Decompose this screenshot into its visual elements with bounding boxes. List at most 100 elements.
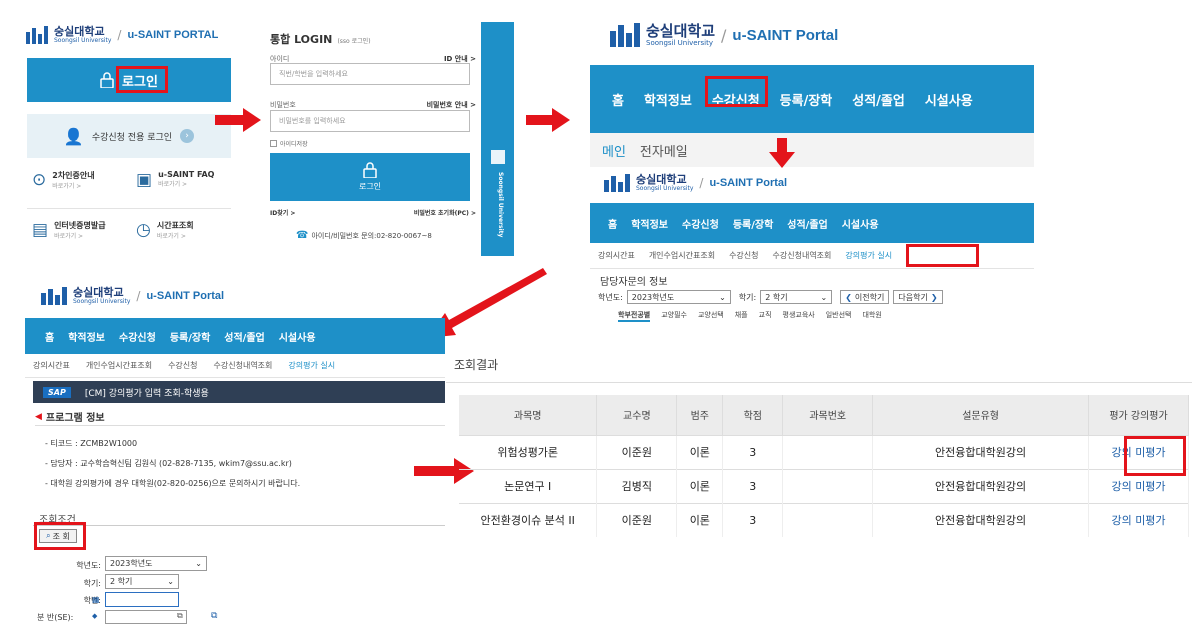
nav-home[interactable]: 홈	[45, 329, 54, 344]
col-survey-type: 설문유형	[872, 395, 1090, 435]
tab-major[interactable]: 학부전공별	[618, 310, 651, 322]
main-nav: 홈 학적정보 수강신청 등록/장학 성적/졸업 시설사용	[25, 318, 445, 354]
term-select[interactable]: 2 학기 ⌄	[760, 290, 833, 304]
nav-grades[interactable]: 성적/졸업	[224, 329, 264, 344]
subnav-registration-history[interactable]: 수강신청내역조회	[214, 360, 273, 371]
subnav-course-eval[interactable]: 강의평가 실시	[288, 360, 335, 371]
student-id-input[interactable]	[105, 592, 179, 607]
nav-home[interactable]: 홈	[608, 216, 617, 231]
remember-label: 아이디저장	[280, 141, 308, 148]
manager-text: - 담당자 : 교수학습혁신팀 김원식 (02-828-7135, wkim7@…	[45, 459, 292, 468]
panel-sap-eval-query: 숭실대학교 Soongsil University / u-SAINT Porta…	[25, 285, 445, 637]
subnav-personal-timetable[interactable]: 개인수업시간표조회	[649, 250, 715, 261]
quick-link-title: 시간표조회	[156, 221, 194, 230]
checkbox[interactable]	[270, 140, 277, 147]
arrow-right-icon	[215, 108, 261, 132]
portal-name: u-SAINT Portal	[732, 26, 839, 44]
year-select[interactable]: 2023학년도 ⌄	[626, 290, 731, 304]
tab-graduate[interactable]: 대학원	[862, 310, 881, 322]
results-title: 조회결과	[454, 358, 499, 372]
divider	[27, 208, 231, 209]
results-table: 과목명 교수명 범주 학점 과목번호 설문유형 평가 강의평가 위험성평가론 이…	[459, 395, 1189, 537]
nav-academic[interactable]: 학적정보	[68, 329, 105, 344]
nav-grades[interactable]: 성적/졸업	[852, 90, 905, 109]
col-eval: 평가 강의평가	[1088, 395, 1189, 435]
subnav-registration-history[interactable]: 수강신청내역조회	[773, 250, 832, 261]
category-tabs: 학부전공별 교양필수 교양선택 채플 교직 평생교육사 일반선택 대학원	[618, 310, 882, 322]
univ-ename: Soongsil University	[646, 38, 713, 47]
copy-icon[interactable]: ⧉	[177, 611, 183, 621]
cell-professor: 김병직	[596, 468, 678, 503]
next-term-label: 다음학기	[898, 292, 928, 302]
nav-home[interactable]: 홈	[612, 90, 624, 109]
nav-academic[interactable]: 학적정보	[631, 216, 668, 231]
banner-logo-icon	[491, 150, 505, 164]
sub-nav: 메인 전자메일	[590, 133, 1034, 167]
nav-grades[interactable]: 성적/졸업	[787, 216, 827, 231]
nav-facilities[interactable]: 시설사용	[279, 329, 316, 344]
tab-lifelong[interactable]: 평생교육사	[783, 310, 815, 322]
ssu-logo-icon	[604, 174, 630, 192]
subnav-main[interactable]: 메인	[602, 141, 626, 160]
table-row: 논문연구 I 김병직 이론 3 안전융합대학원강의 강의 미평가	[459, 468, 1189, 503]
quick-link-3[interactable]: ◷ 시간표조회 바로가기 >	[136, 220, 236, 254]
certificate-icon: ▤	[32, 220, 49, 240]
nav-course-registration[interactable]: 수강신청	[682, 216, 719, 231]
arrow-down-icon	[769, 138, 795, 168]
col-subject: 과목명	[459, 395, 598, 435]
nav-academic[interactable]: 학적정보	[644, 90, 692, 109]
year-value: 2023학년도	[631, 292, 675, 302]
next-term-button[interactable]: 다음학기 ❯	[893, 290, 943, 304]
subnav-course-eval[interactable]: 강의평가 실시	[845, 250, 892, 261]
portal-name: u-SAINT PORTAL	[127, 29, 219, 41]
filter-row: 학년도: 2023학년도 ⌄ 학기: 2 학기 ⌄ ❮ 이전학기 다음학기 ❯	[598, 290, 943, 304]
ssu-logo-icon	[610, 23, 640, 47]
subnav-timetable[interactable]: 강의시간표	[598, 250, 635, 261]
tab-general-elective[interactable]: 일반선택	[826, 310, 852, 322]
tcode-text: - 티코드 : ZCMB2W1000	[45, 439, 138, 448]
nav-course-registration[interactable]: 수강신청	[119, 329, 156, 344]
quick-link-1[interactable]: ▣ u-SAINT FAQ 바로가기 >	[136, 170, 236, 204]
highlight-login	[116, 66, 168, 93]
sugang-login-button[interactable]: 👤 수강신청 전용 로그인 ›	[27, 114, 231, 158]
id-input[interactable]: 직번/학번을 입력하세요	[270, 63, 470, 85]
subnav-personal-timetable[interactable]: 개인수업시간표조회	[86, 360, 152, 371]
term-select[interactable]: 2 학기 ⌄	[105, 574, 179, 589]
tab-teaching[interactable]: 교직	[759, 310, 772, 322]
sso-login-label: 로그인	[358, 182, 382, 191]
grad-text: - 대학원 강의평가에 경우 대학원(02-820-0256)으로 문의하시기 …	[45, 479, 301, 488]
nav-enroll[interactable]: 등록/장학	[733, 216, 773, 231]
section-label: 분 반(SE):	[37, 613, 74, 622]
highlight-search	[34, 522, 86, 550]
pw-input[interactable]: 비밀번호를 입력하세요	[270, 110, 470, 132]
section-input[interactable]	[105, 610, 187, 624]
cell-survey-type: 안전융합대학원강의	[872, 502, 1090, 537]
chevron-right-icon: ❯	[930, 292, 938, 302]
find-id-link[interactable]: ID찾기 >	[270, 208, 295, 217]
prev-term-button[interactable]: ❮ 이전학기	[840, 290, 890, 304]
chevron-left-icon: ❮	[845, 292, 852, 302]
tab-chapel[interactable]: 채플	[735, 310, 748, 322]
year-select[interactable]: 2023학년도 ⌄	[105, 556, 207, 571]
remember-id[interactable]: 아이디저장	[270, 139, 308, 148]
nav-enroll[interactable]: 등록/장학	[170, 329, 210, 344]
term-value: 2 학기	[765, 292, 788, 302]
eval-link[interactable]: 강의 미평가	[1088, 502, 1189, 537]
add-icon[interactable]: ⧉	[211, 611, 217, 621]
subnav-email[interactable]: 전자메일	[640, 141, 688, 160]
nav-facilities[interactable]: 시설사용	[925, 90, 973, 109]
nav-facilities[interactable]: 시설사용	[842, 216, 879, 231]
subnav-timetable[interactable]: 강의시간표	[33, 360, 70, 371]
quick-link-2[interactable]: ▤ 인터넷증명발급 바로가기 >	[32, 220, 132, 254]
reset-pw-link[interactable]: 비밀번호 초기화(PC) >	[414, 208, 476, 217]
subnav-registration[interactable]: 수강신청	[729, 250, 758, 261]
subnav-registration[interactable]: 수강신청	[168, 360, 197, 371]
panel-course-eval-menu: 숭실대학교 Soongsil University / u-SAINT Porta…	[590, 168, 1034, 326]
pw-guide-link[interactable]: 비밀번호 안내 >	[427, 100, 476, 110]
sso-login-button[interactable]: 로그인	[270, 153, 470, 201]
nav-enroll[interactable]: 등록/장학	[780, 90, 833, 109]
tab-elective-liberal[interactable]: 교양선택	[698, 310, 724, 322]
tab-required-liberal[interactable]: 교양필수	[661, 310, 687, 322]
quick-link-0[interactable]: ⊙ 2차인증안내 바로가기 >	[32, 170, 132, 204]
term-label: 학기:	[83, 579, 101, 588]
